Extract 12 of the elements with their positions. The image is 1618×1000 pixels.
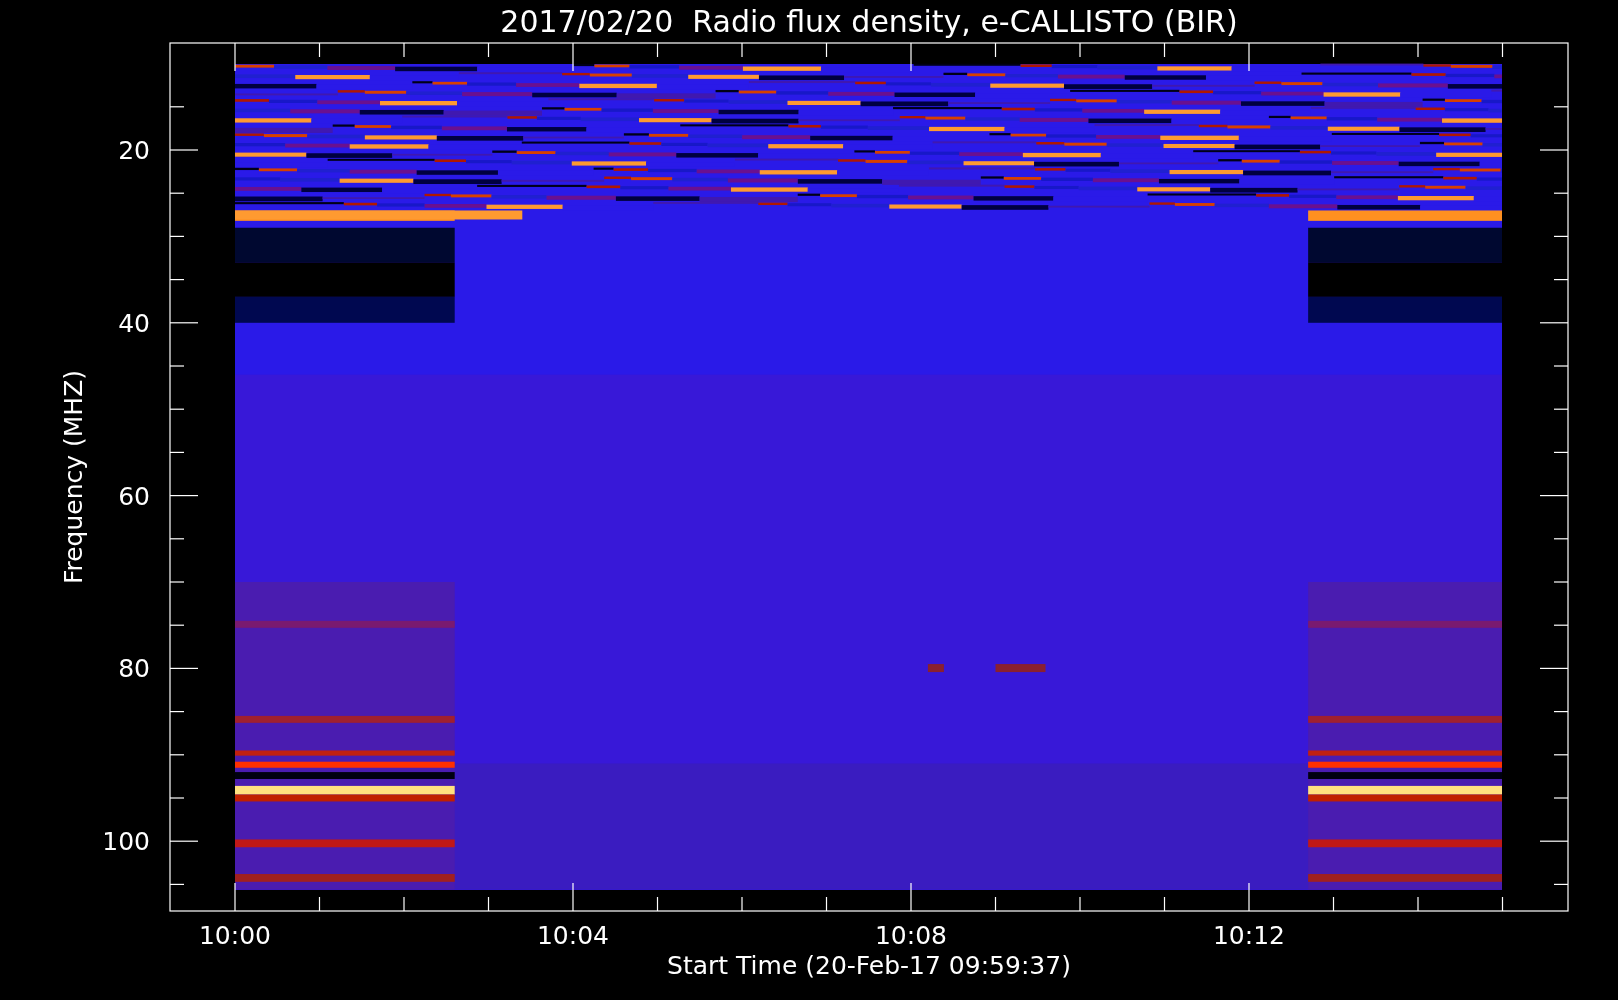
y-tick-label: 20 [118,136,150,165]
x-tick-label: 10:08 [875,921,947,950]
x-tick-label: 10:12 [1213,921,1285,950]
y-tick-label: 60 [118,481,150,511]
chart-title: 2017/02/20 Radio flux density, e-CALLISTO (BIR) [500,4,1238,39]
y-axis-label: Frequency (MHZ) [59,369,88,585]
x-axis-label: Start Time (20-Feb-17 09:59:37) [667,951,1071,980]
y-tick-label: 100 [102,827,150,857]
y-tick-label: 40 [118,308,150,338]
y-tick-label: 80 [118,654,150,684]
x-tick-label: 10:04 [537,921,609,950]
x-tick-label: 10:00 [199,921,271,950]
